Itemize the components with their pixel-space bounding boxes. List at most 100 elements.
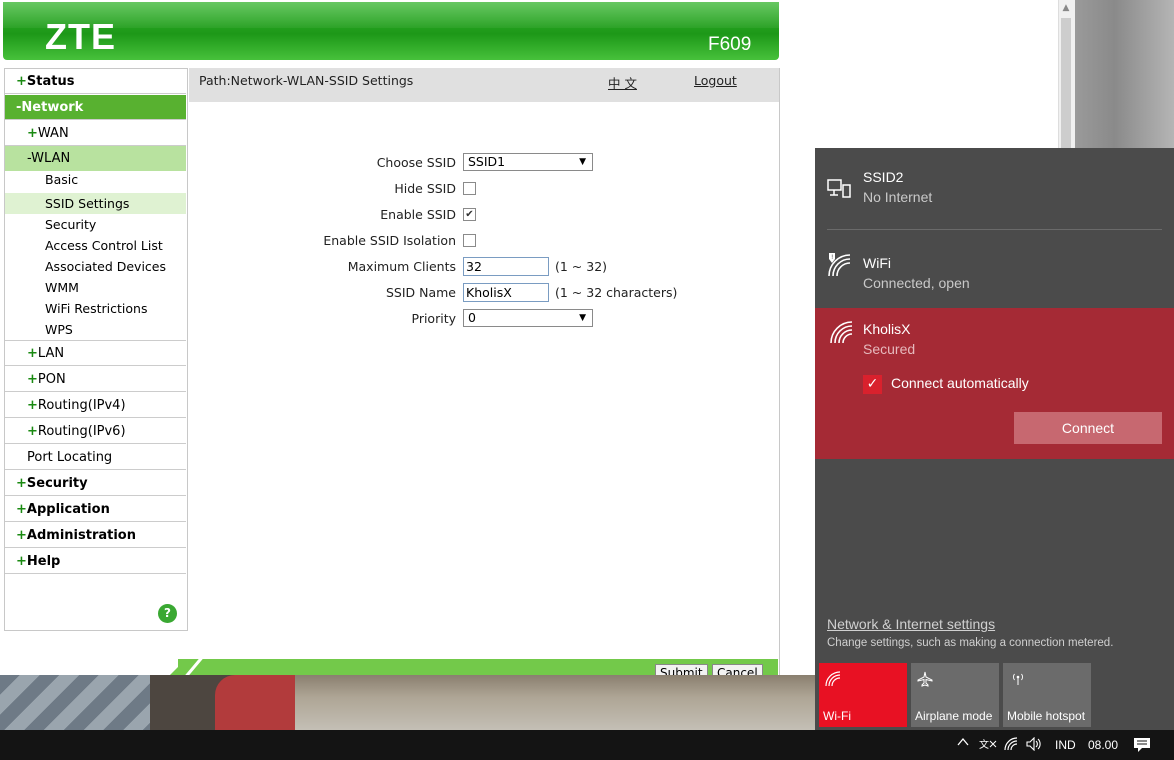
nav-wifi-restrictions[interactable]: WiFi Restrictions: [5, 298, 186, 319]
network-name-kholisx[interactable]: KholisX: [863, 321, 910, 337]
nav-wps-label: WPS: [45, 322, 73, 337]
nav-security[interactable]: +Security: [5, 471, 186, 496]
brand-logo: ZTE: [45, 16, 116, 57]
model-name: F609: [708, 34, 752, 55]
nav-administration-label: Administration: [26, 528, 136, 543]
header-shine: [3, 2, 779, 28]
max-clients-input[interactable]: 32: [463, 257, 549, 276]
wifi-icon: [825, 671, 841, 691]
wifi-shield-icon: !: [826, 252, 852, 282]
svg-text:文: 文: [979, 738, 989, 751]
nav-lan[interactable]: +LAN: [5, 341, 186, 366]
hide-ssid-checkbox[interactable]: [463, 182, 476, 195]
nav-wps[interactable]: WPS: [5, 319, 186, 341]
nav-help[interactable]: +Help: [5, 549, 186, 574]
connect-button[interactable]: Connect: [1014, 412, 1162, 444]
connect-automatically-checkbox[interactable]: ✓: [863, 375, 882, 394]
nav-acl-label: Access Control List: [45, 238, 163, 253]
sidebar-nav: +Status -Network +WAN -WLAN Basic SSID S…: [4, 68, 188, 631]
ssid-name-label: SSID Name: [385, 285, 456, 300]
ssid-name-input[interactable]: KholisX: [463, 283, 549, 302]
nav-routing-ipv6-label: Routing(IPv6): [37, 424, 126, 439]
expand-plus-icon: +: [27, 398, 38, 413]
router-header: [3, 2, 779, 60]
network-settings-link[interactable]: Network & Internet settings: [827, 616, 995, 632]
hotspot-icon: [1009, 671, 1027, 691]
clock[interactable]: 08.00: [1088, 738, 1118, 752]
taskbar: [0, 730, 1174, 760]
wifi-tray-icon[interactable]: [1004, 737, 1020, 754]
nav-wlan[interactable]: -WLAN: [5, 146, 186, 171]
wifi-icon: [829, 320, 853, 348]
nav-access-control-list[interactable]: Access Control List: [5, 235, 186, 256]
svg-text:!: !: [831, 254, 833, 261]
ssid-isolation-label: Enable SSID Isolation: [323, 233, 456, 248]
nav-routing-ipv4[interactable]: +Routing(IPv4): [5, 393, 186, 418]
help-icon[interactable]: ?: [158, 604, 177, 623]
action-center-icon[interactable]: [1133, 737, 1151, 756]
tile-airplane-mode[interactable]: Airplane mode: [911, 663, 999, 727]
nav-ssid-settings-label: SSID Settings: [45, 196, 130, 211]
nav-associated-devices[interactable]: Associated Devices: [5, 256, 186, 277]
tile-wifi[interactable]: Wi-Fi: [819, 663, 907, 727]
language-link[interactable]: 中 文: [608, 73, 637, 92]
priority-select[interactable]: 0 ▼: [463, 309, 593, 327]
tile-mobile-hotspot[interactable]: Mobile hotspot: [1003, 663, 1091, 727]
nav-application-label: Application: [26, 502, 110, 517]
nav-wan[interactable]: +WAN: [5, 121, 186, 146]
enable-ssid-label: Enable SSID: [380, 207, 456, 222]
network-name-ssid2[interactable]: SSID2: [863, 169, 903, 185]
connect-automatically-label: Connect automatically: [891, 375, 1029, 391]
wallpaper-figure-red: [215, 675, 295, 730]
nav-network[interactable]: -Network: [5, 95, 186, 120]
enable-ssid-checkbox[interactable]: ✔: [463, 208, 476, 221]
nav-pon[interactable]: +PON: [5, 367, 186, 392]
nav-security-sub-label: Security: [45, 217, 97, 232]
network-status-kholisx: Secured: [863, 341, 916, 357]
nav-ssid-settings[interactable]: SSID Settings: [5, 193, 186, 214]
nav-network-label: Network: [21, 100, 84, 115]
scroll-up-arrow-icon[interactable]: ▲: [1060, 2, 1072, 14]
nav-routing-ipv4-label: Routing(IPv4): [37, 398, 126, 413]
nav-wmm[interactable]: WMM: [5, 277, 186, 298]
nav-administration[interactable]: +Administration: [5, 523, 186, 548]
wallpaper-pattern: [0, 675, 150, 730]
expand-plus-icon: +: [27, 424, 38, 439]
priority-value: 0: [468, 310, 476, 325]
choose-ssid-label: Choose SSID: [376, 155, 456, 170]
network-name-wifi[interactable]: WiFi: [863, 255, 891, 271]
airplane-icon: [917, 671, 933, 691]
input-language[interactable]: IND: [1055, 738, 1076, 752]
expand-plus-icon: +: [16, 74, 27, 89]
tile-hotspot-label: Mobile hotspot: [1007, 709, 1086, 723]
nav-help-label: Help: [26, 554, 61, 569]
volume-icon[interactable]: [1026, 736, 1044, 754]
tile-airplane-label: Airplane mode: [915, 709, 993, 723]
network-settings-description: Change settings, such as making a connec…: [827, 637, 1114, 649]
logout-link[interactable]: Logout: [694, 73, 737, 88]
expand-plus-icon: +: [16, 554, 27, 569]
hide-ssid-label: Hide SSID: [394, 181, 456, 196]
choose-ssid-value: SSID1: [468, 154, 506, 169]
nav-port-locating[interactable]: Port Locating: [5, 445, 186, 470]
input-method-icon[interactable]: 文: [979, 737, 997, 754]
nav-wan-label: WAN: [37, 126, 69, 141]
expand-plus-icon: +: [27, 346, 38, 361]
chevron-up-icon[interactable]: [957, 736, 969, 751]
nav-application[interactable]: +Application: [5, 497, 186, 522]
scrollbar-thumb[interactable]: [1061, 18, 1071, 158]
max-clients-label: Maximum Clients: [347, 259, 456, 274]
nav-wifi-restrictions-label: WiFi Restrictions: [45, 301, 148, 316]
dropdown-arrow-icon: ▼: [579, 313, 586, 323]
expand-plus-icon: +: [27, 126, 38, 141]
max-clients-hint: (1 ~ 32): [555, 259, 608, 274]
nav-basic[interactable]: Basic: [5, 169, 186, 190]
expand-plus-icon: +: [16, 476, 27, 491]
nav-routing-ipv6[interactable]: +Routing(IPv6): [5, 419, 186, 444]
choose-ssid-select[interactable]: SSID1 ▼: [463, 153, 593, 171]
nav-status[interactable]: +Status: [5, 69, 186, 94]
nav-status-label: Status: [26, 74, 75, 89]
ssid-name-hint: (1 ~ 32 characters): [555, 285, 678, 300]
ssid-isolation-checkbox[interactable]: [463, 234, 476, 247]
nav-security-sub[interactable]: Security: [5, 214, 186, 235]
